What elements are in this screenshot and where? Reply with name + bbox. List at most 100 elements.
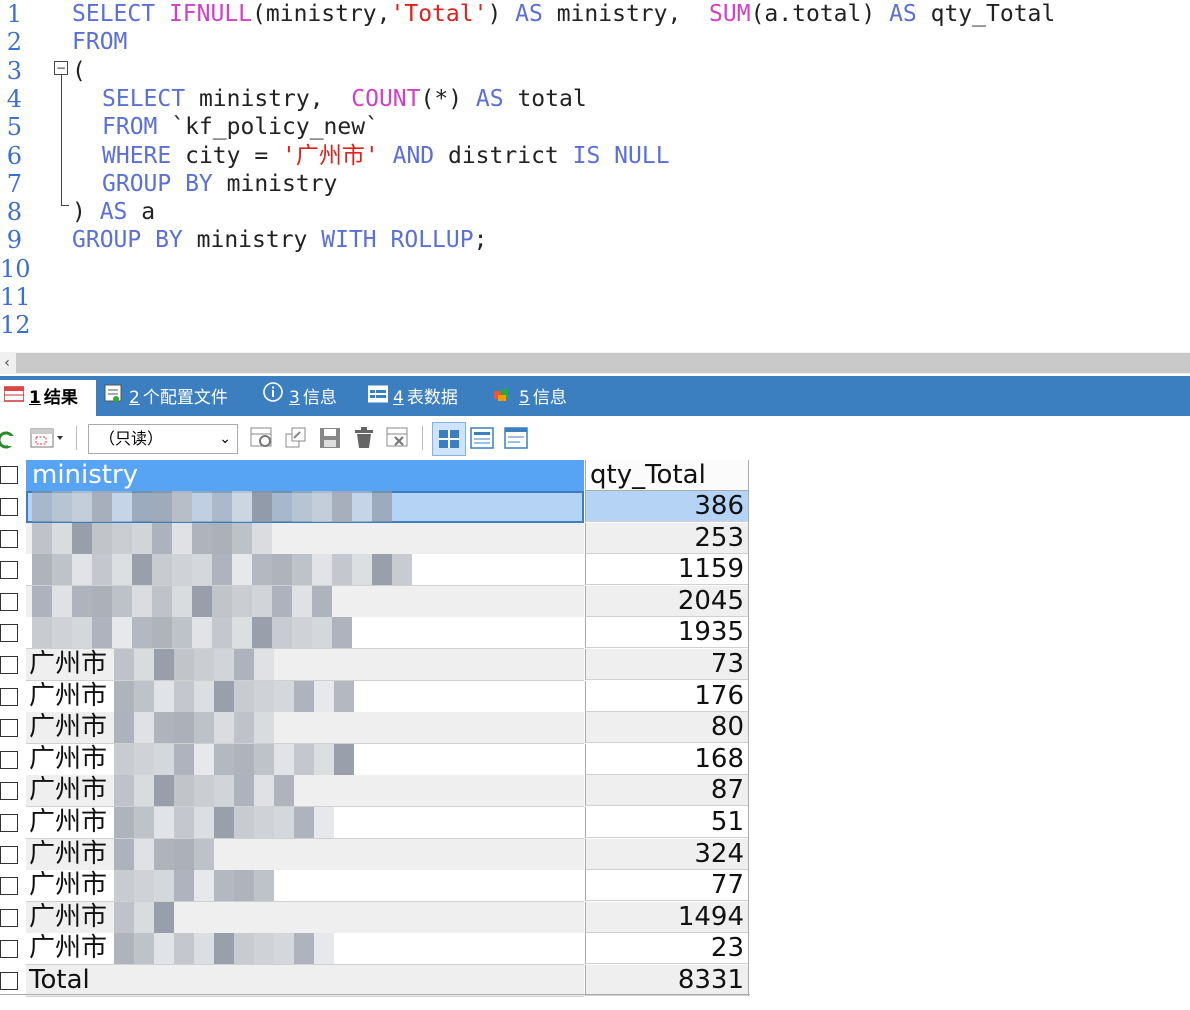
tab-profiles[interactable]: 2 个配置文件 [104,380,228,416]
code-line[interactable]: 6 WHERE city = '广州市' AND district IS NULL [0,142,1190,170]
cell-ministry[interactable]: 广州市 [26,838,584,871]
column-header-qty-total[interactable]: qty_Total [585,460,748,491]
form-view-icon[interactable] [470,426,494,450]
row-checkbox[interactable] [0,845,18,864]
cell-qty-total[interactable]: 1935 [585,617,748,649]
copy-rows-icon[interactable] [284,426,308,450]
cell-ministry[interactable]: Total [26,965,584,997]
cell-ministry[interactable]: 广州市 [26,680,584,713]
editor-horizontal-scrollbar[interactable]: ‹ [0,352,1190,374]
result-grid[interactable]: ministry qty_Total 386 253 1159 2045 1935 广州市… [0,460,750,997]
table-row[interactable]: 广州市 80 [0,712,750,745]
cell-qty-total[interactable]: 2045 [585,585,748,617]
code-line[interactable]: 4 SELECT ministry, COUNT(*) AS total [0,85,1190,113]
table-row[interactable]: 广州市 77 [0,870,750,903]
cell-qty-total[interactable]: 324 [585,838,748,870]
cell-qty-total[interactable]: 51 [585,807,748,838]
row-checkbox[interactable] [0,814,18,832]
table-row[interactable]: 广州市 168 [0,743,750,776]
table-row[interactable]: 广州市 176 [0,680,750,713]
tab-info-2[interactable]: 5 信息 [492,380,567,416]
code-line[interactable]: 2 FROM [0,28,1190,56]
delete-icon[interactable] [352,426,376,450]
row-checkbox[interactable] [0,656,18,674]
row-checkbox[interactable] [0,561,18,580]
filter-grid-icon[interactable] [250,426,274,450]
row-checkbox[interactable] [0,498,18,516]
code-line[interactable]: 9 GROUP BY ministry WITH ROLLUP; [0,226,1190,254]
code-line[interactable]: 7 GROUP BY ministry [0,170,1190,198]
cell-ministry[interactable] [26,617,584,650]
cell-ministry[interactable]: 广州市 [26,870,584,903]
cell-qty-total[interactable]: 73 [585,649,748,680]
table-row[interactable]: 广州市 87 [0,775,750,808]
cell-ministry[interactable]: 广州市 [26,775,584,808]
table-row[interactable]: 386 [0,491,750,523]
cell-ministry[interactable] [26,585,584,618]
fold-collapse-icon[interactable]: − [54,61,68,75]
table-row[interactable]: 253 [0,522,750,555]
tab-info[interactable]: 3 信息 [262,380,337,416]
row-checkbox[interactable] [0,624,18,643]
save-icon[interactable] [318,426,342,450]
row-checkbox[interactable] [0,908,18,927]
table-row-total[interactable]: Total 8331 [0,965,750,997]
table-row[interactable]: 2045 [0,585,750,618]
cell-qty-total[interactable]: 23 [585,933,748,965]
row-checkbox[interactable] [0,940,18,959]
cell-qty-total[interactable]: 8331 [585,965,748,996]
export-dropdown-icon[interactable] [30,426,63,450]
cell-qty-total[interactable]: 87 [585,775,748,807]
row-checkbox[interactable] [0,719,18,738]
cell-qty-total[interactable]: 386 [585,491,748,522]
cell-qty-total[interactable]: 77 [585,870,748,902]
refresh-icon[interactable] [0,426,24,450]
grid-view-icon[interactable] [432,422,466,456]
cell-qty-total[interactable]: 176 [585,680,748,712]
table-row[interactable]: 广州市 324 [0,838,750,871]
table-row[interactable]: 广州市 23 [0,933,750,966]
row-checkbox[interactable] [0,782,18,801]
cell-qty-total[interactable]: 253 [585,522,748,554]
code-line[interactable]: 3( [0,57,1190,85]
cell-ministry[interactable]: 广州市 [26,901,584,934]
row-checkbox[interactable] [0,687,18,706]
scrollbar-thumb[interactable] [16,353,1190,373]
table-row[interactable]: 广州市 1494 [0,901,750,934]
tab-table-data[interactable]: 4 表数据 [368,380,458,416]
cell-ministry[interactable]: 广州市 [26,649,584,681]
code-line[interactable]: 5 FROM `kf_policy_new` [0,113,1190,141]
text-view-icon[interactable] [504,426,528,450]
table-row[interactable]: 1935 [0,617,750,650]
cell-ministry[interactable] [26,522,584,555]
scroll-left-arrow-icon[interactable]: ‹ [0,352,14,374]
table-row[interactable]: 1159 [0,554,750,587]
table-row[interactable]: 广州市 51 [0,807,750,839]
cell-qty-total[interactable]: 168 [585,743,748,775]
sql-editor[interactable]: 1 SELECT IFNULL(ministry,'Total') AS mini… [0,0,1190,352]
cell-qty-total[interactable]: 1494 [585,901,748,933]
row-checkbox[interactable] [0,529,18,548]
row-checkbox[interactable] [0,877,18,896]
readonly-mode-select[interactable]: （只读） ⌄ [88,424,238,454]
row-checkbox[interactable] [0,750,18,769]
row-checkbox[interactable] [0,592,18,611]
code-line[interactable]: 10 [0,255,1190,283]
cell-ministry[interactable]: 广州市 [26,712,584,745]
code-line[interactable]: 8) AS a [0,198,1190,226]
cell-qty-total[interactable]: 80 [585,712,748,744]
tab-results[interactable]: 1 结果 [0,380,96,416]
cell-ministry[interactable] [26,491,584,523]
column-header-ministry[interactable]: ministry [26,460,584,491]
table-row[interactable]: 广州市 73 [0,649,750,681]
cell-ministry[interactable] [26,554,584,587]
select-all-checkbox[interactable] [0,466,18,484]
code-line[interactable]: 12 [0,311,1190,339]
code-line[interactable]: 1 SELECT IFNULL(ministry,'Total') AS mini… [0,0,1190,28]
code-line[interactable]: 11 [0,283,1190,311]
cell-ministry[interactable]: 广州市 [26,933,584,966]
cancel-changes-icon[interactable] [386,426,410,450]
cell-ministry[interactable]: 广州市 [26,743,584,776]
cell-qty-total[interactable]: 1159 [585,554,748,586]
cell-ministry[interactable]: 广州市 [26,807,584,839]
